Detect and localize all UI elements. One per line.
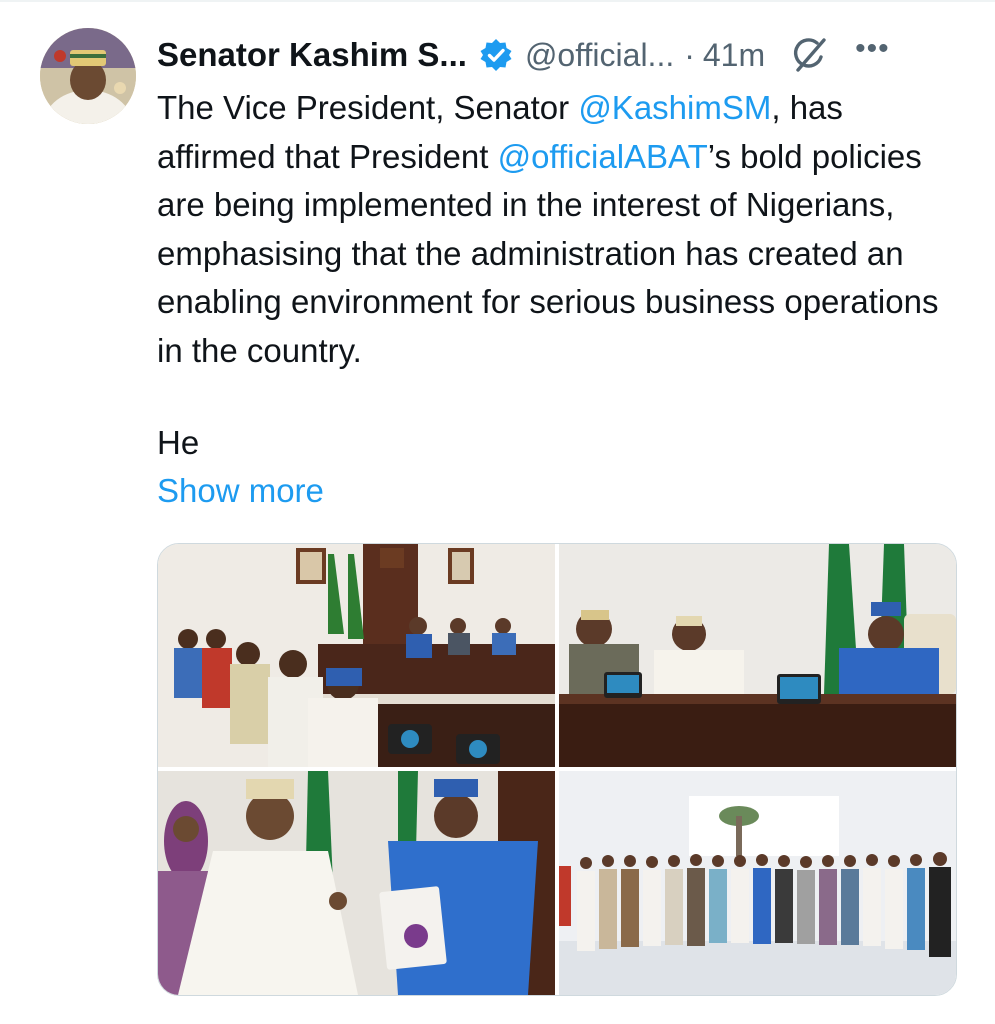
author-handle[interactable]: @official...: [525, 37, 674, 74]
timestamp[interactable]: 41m: [703, 37, 765, 74]
tweet-text: The Vice President, Senator @KashimSM, h…: [157, 84, 957, 375]
photo-vice-president-at-table[interactable]: [559, 544, 956, 767]
grok-icon[interactable]: [789, 35, 829, 75]
photo-meeting-room[interactable]: [158, 544, 555, 767]
media-grid: [157, 543, 957, 996]
separator-dot: ·: [684, 36, 695, 73]
top-divider: [0, 0, 995, 2]
verified-badge-icon: [479, 38, 513, 72]
show-more-link[interactable]: Show more: [157, 467, 324, 515]
tweet-text-paragraph2: He: [157, 424, 200, 461]
photo-group-picture[interactable]: [559, 771, 956, 995]
tweet-header: Senator Kashim S... @official... · 41m •…: [157, 30, 965, 80]
author-name[interactable]: Senator Kashim S...: [157, 36, 467, 74]
mention-kashimsm[interactable]: @KashimSM: [578, 89, 771, 126]
more-options-icon[interactable]: •••: [855, 32, 890, 66]
mention-officialabat[interactable]: @officialABAT: [498, 138, 708, 175]
tweet-text-part1: The Vice President, Senator: [157, 89, 579, 126]
photo-document-presentation[interactable]: [158, 771, 555, 995]
author-avatar[interactable]: [40, 28, 136, 124]
